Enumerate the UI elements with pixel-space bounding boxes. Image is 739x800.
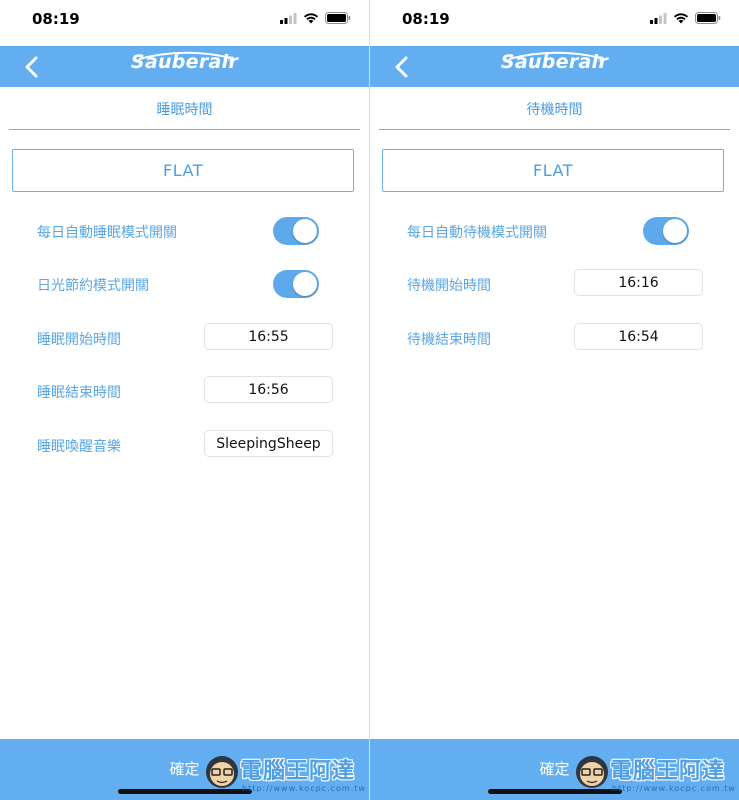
cellular-signal-icon	[650, 12, 667, 24]
status-time: 08:19	[32, 10, 80, 28]
sleep-end-time-field[interactable]: 16:56	[204, 376, 333, 403]
standby-end-time-field[interactable]: 16:54	[574, 323, 703, 350]
setting-label: 睡眠開始時間	[37, 332, 121, 348]
auto-standby-toggle-row: 每日自動待機模式開關	[407, 216, 703, 246]
standby-time-screen: 08:19 Sauberair ® 待機時間 FLAT 每日自動待機模式開關 待…	[370, 0, 739, 800]
wake-music-row: 睡眠喚醒音樂 SleepingSheep	[37, 430, 333, 460]
brand-logo: Sauberair	[130, 51, 239, 73]
wifi-icon	[674, 13, 688, 24]
nav-bar: Sauberair ®	[370, 46, 739, 87]
auto-sleep-toggle-row: 每日自動睡眠模式開關	[37, 216, 333, 246]
setting-label: 睡眠喚醒音樂	[37, 439, 121, 455]
sleep-start-time-field[interactable]: 16:55	[204, 323, 333, 350]
wake-music-field[interactable]: SleepingSheep	[204, 430, 333, 457]
sleep-end-row: 睡眠結束時間 16:56	[37, 376, 333, 406]
auto-sleep-toggle[interactable]	[273, 217, 319, 245]
daylight-saving-toggle-row: 日光節約模式開關	[37, 269, 333, 299]
status-icons	[280, 12, 351, 24]
title-divider	[9, 129, 360, 130]
standby-start-row: 待機開始時間 16:16	[407, 269, 703, 299]
status-time: 08:19	[402, 10, 450, 28]
setting-label: 睡眠結束時間	[37, 385, 121, 401]
sleep-time-screen: 08:19 Sauberair ® 睡眠時間 FLAT 每日自動睡眠模式開關 日…	[0, 0, 369, 800]
setting-label: 每日自動待機模式開關	[407, 225, 547, 241]
wifi-icon	[304, 13, 318, 24]
cellular-signal-icon	[280, 12, 297, 24]
status-bar: 08:19	[370, 0, 739, 46]
home-indicator	[488, 789, 622, 794]
status-bar: 08:19	[0, 0, 369, 46]
nav-bar: Sauberair ®	[0, 46, 369, 87]
brand-logo: Sauberair	[500, 51, 609, 73]
setting-label: 待機開始時間	[407, 278, 491, 294]
page-title: 睡眠時間	[156, 102, 213, 118]
bottom-bar: 確定	[0, 739, 369, 800]
standby-start-time-field[interactable]: 16:16	[574, 269, 703, 296]
setting-label: 每日自動睡眠模式開關	[37, 225, 177, 241]
mode-selector[interactable]: FLAT	[382, 149, 724, 192]
daylight-saving-toggle[interactable]	[273, 270, 319, 298]
toggle-knob	[293, 272, 317, 296]
sleep-start-row: 睡眠開始時間 16:55	[37, 323, 333, 353]
registered-mark: ®	[597, 55, 605, 64]
home-indicator	[118, 789, 252, 794]
auto-standby-toggle[interactable]	[643, 217, 689, 245]
registered-mark: ®	[227, 55, 235, 64]
battery-icon	[325, 12, 351, 24]
toggle-knob	[293, 219, 317, 243]
battery-icon	[695, 12, 721, 24]
status-icons	[650, 12, 721, 24]
page-title: 待機時間	[526, 102, 583, 118]
mode-selector[interactable]: FLAT	[12, 149, 354, 192]
standby-end-row: 待機結束時間 16:54	[407, 323, 703, 353]
setting-label: 日光節約模式開關	[37, 278, 149, 294]
bottom-bar: 確定	[370, 739, 739, 800]
toggle-knob	[663, 219, 687, 243]
setting-label: 待機結束時間	[407, 332, 491, 348]
title-divider	[379, 129, 730, 130]
